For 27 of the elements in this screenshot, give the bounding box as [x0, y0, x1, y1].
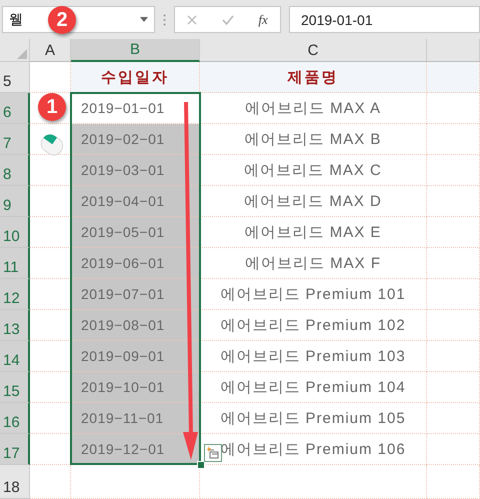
product-cell: 에어브리드 MAX F [244, 254, 381, 272]
product-cell: 에어브리드 MAX D [244, 192, 382, 210]
date-cell: 2019−03−01 [81, 162, 165, 178]
product-cell: 에어브리드 Premium 105 [220, 408, 406, 428]
date-cell: 2019−12−01 [81, 441, 165, 457]
column-title: 수입일자 [101, 68, 169, 86]
date-cell: 2019−04−01 [81, 193, 165, 209]
product-cell: 에어브리드 Premium 103 [220, 346, 406, 366]
date-cell: 2019−06−01 [81, 255, 165, 271]
product-cell: 에어브리드 Premium 102 [220, 316, 406, 334]
product-cell: 에어브리드 Premium 101 [220, 284, 406, 304]
date-cell: 2019−02−01 [81, 131, 165, 147]
date-cell: 2019−10−01 [81, 379, 165, 395]
product-cell: 에어브리드 Premium 104 [220, 378, 406, 396]
product-cell: 에어브리드 MAX B [244, 130, 382, 148]
date-cell: 2019−11−01 [81, 410, 164, 426]
date-cell: 2019−08−01 [81, 317, 165, 333]
column-title: 제품명 [288, 68, 338, 86]
step-tooltip: 1 [38, 93, 66, 121]
product-cell: 에어브리드 MAX A [244, 98, 382, 118]
date-cell: 2019−07−01 [81, 286, 165, 302]
product-cell: 에어브리드 MAX C [244, 160, 382, 180]
product-cell: 에어브리드 MAX E [244, 222, 382, 242]
date-cell: 2019−09−01 [81, 348, 165, 364]
product-cell: 에어브리드 Premium 106 [220, 440, 406, 458]
date-cell: 2019−01−01 [81, 100, 165, 116]
date-cell: 2019−05−01 [81, 224, 165, 240]
